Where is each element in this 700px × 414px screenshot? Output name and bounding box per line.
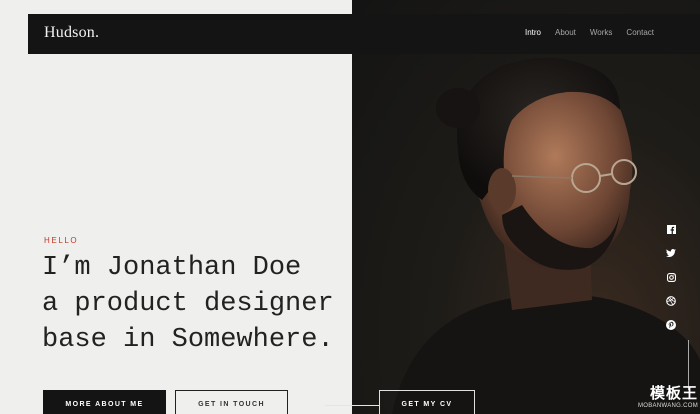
headline-line-2: a product designer xyxy=(42,289,334,319)
watermark-sub-text: MOBANWANG.COM xyxy=(637,402,698,409)
hero-photo xyxy=(352,0,700,414)
get-my-cv-button[interactable]: GET MY CV xyxy=(379,390,475,414)
headline-line-1: I’m Jonathan Doe xyxy=(42,253,302,283)
facebook-icon[interactable] xyxy=(664,222,678,236)
site-logo[interactable]: Hudson. xyxy=(44,24,99,42)
twitter-icon[interactable] xyxy=(664,246,678,260)
hero-headline: I’m Jonathan Doe a product designer base… xyxy=(42,250,334,358)
social-links xyxy=(664,222,680,342)
watermark-logo: 模板王 MOBANWANG.COM xyxy=(612,378,698,412)
nav-link-intro[interactable]: Intro xyxy=(525,28,541,37)
headline-line-3: base in Somewhere. xyxy=(42,325,334,355)
instagram-icon[interactable] xyxy=(664,270,678,284)
dribbble-icon[interactable] xyxy=(664,294,678,308)
nav-link-contact[interactable]: Contact xyxy=(626,28,654,37)
nav-link-works[interactable]: Works xyxy=(590,28,613,37)
nav-link-about[interactable]: About xyxy=(555,28,576,37)
pinterest-icon[interactable] xyxy=(664,318,678,332)
get-in-touch-button[interactable]: GET IN TOUCH xyxy=(175,390,288,414)
top-navbar: Hudson. Intro About Works Contact xyxy=(28,14,700,54)
main-nav: Intro About Works Contact xyxy=(525,28,654,37)
cv-connector-line xyxy=(325,405,379,406)
hello-label: HELLO xyxy=(44,236,79,245)
watermark-main-text: 模板王 xyxy=(649,384,698,402)
more-about-me-button[interactable]: MORE ABOUT ME xyxy=(43,390,166,414)
portrait-image xyxy=(392,57,700,414)
